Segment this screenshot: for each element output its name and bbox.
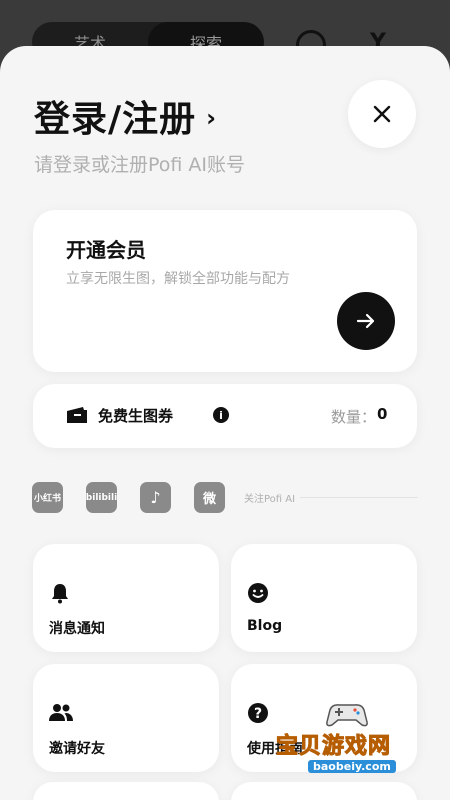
follow-label: 关注Pofi AI	[244, 494, 296, 505]
page-title: 登录/注册	[34, 99, 197, 140]
menu-tile[interactable]	[33, 782, 219, 800]
bilibili-icon[interactable]: bilibili	[86, 482, 117, 513]
vip-title: 开通会员	[66, 238, 146, 262]
login-register-link[interactable]: 登录/注册 ›	[34, 90, 216, 142]
bell-icon	[52, 584, 68, 604]
ticket-icon	[67, 407, 87, 423]
vip-membership-card[interactable]: 开通会员 立享无限生图，解锁全部功能与配方	[33, 210, 417, 372]
close-button[interactable]	[348, 80, 416, 148]
account-sheet: 登录/注册 › 请登录或注册Pofi AI账号 开通会员 立享无限生图，解锁全部…	[0, 46, 450, 800]
page-subtitle: 请登录或注册Pofi AI账号	[34, 154, 246, 176]
blog-tile[interactable]: Blog	[231, 544, 417, 652]
question-icon: ?	[248, 703, 268, 723]
social-links: 小红书 bilibili ♪ 微 关注Pofi AI	[32, 482, 295, 513]
smile-icon	[248, 583, 268, 603]
close-icon	[373, 105, 391, 123]
free-coupon-card[interactable]: 免费生图券 i 数量： 0	[33, 384, 417, 448]
coupon-count-label: 数量：	[331, 408, 377, 426]
chevron-right-icon: ›	[206, 104, 217, 132]
gamepad-logo	[326, 704, 368, 727]
vip-arrow-button[interactable]	[337, 292, 395, 350]
watermark-url: baobeiy.com	[308, 760, 396, 773]
messages-tile[interactable]: 消息通知	[33, 544, 219, 652]
vip-description: 立享无限生图，解锁全部功能与配方	[66, 271, 290, 287]
coupon-count-value: 0	[377, 405, 388, 423]
coupon-label: 免费生图券	[98, 407, 174, 425]
messages-label: 消息通知	[49, 621, 105, 637]
tiktok-icon[interactable]: ♪	[140, 482, 171, 513]
blog-label: Blog	[247, 618, 283, 634]
xiaohongshu-icon[interactable]: 小红书	[32, 482, 63, 513]
watermark: 宝贝游戏网 baobeiy.com	[275, 700, 426, 780]
divider	[300, 497, 418, 498]
info-icon[interactable]: i	[213, 407, 229, 423]
invite-friends-tile[interactable]: 邀请好友	[33, 664, 219, 772]
weibo-icon[interactable]: 微	[194, 482, 225, 513]
menu-tile[interactable]	[231, 782, 417, 800]
invite-label: 邀请好友	[49, 741, 105, 757]
people-icon	[49, 704, 73, 721]
svg-text:?: ?	[254, 706, 262, 722]
arrow-right-icon	[356, 313, 375, 329]
watermark-text: 宝贝游戏网	[275, 734, 392, 760]
